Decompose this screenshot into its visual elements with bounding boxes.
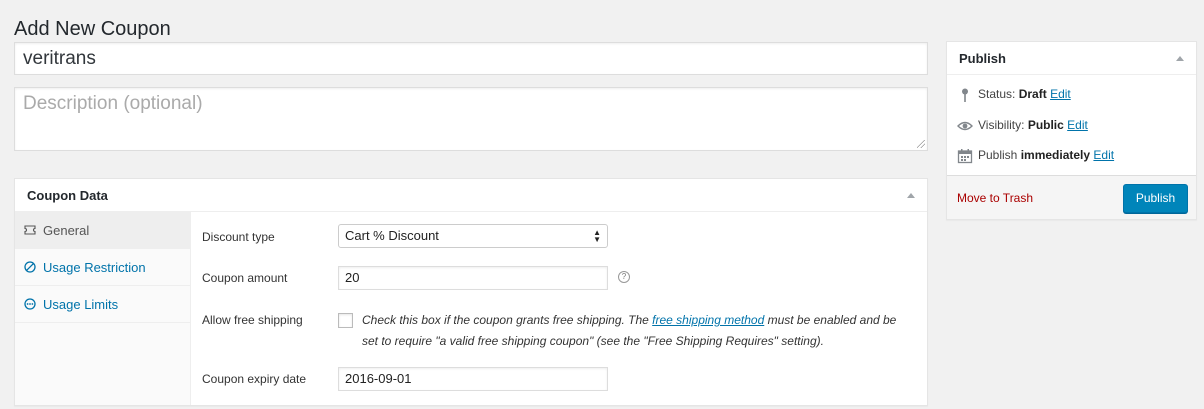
pin-icon [962, 88, 968, 102]
discount-type-label: Discount type [202, 230, 275, 244]
visibility-value: Public [1027, 118, 1064, 133]
limits-icon [24, 298, 36, 310]
publish-button[interactable]: Publish [1123, 184, 1188, 213]
schedule-value: immediately [1020, 148, 1091, 163]
publish-header[interactable]: Publish [947, 42, 1196, 75]
tab-usage-restriction[interactable]: Usage Restriction [15, 249, 190, 286]
visibility-row: Visibility: Public Edit [957, 118, 1088, 134]
collapse-arrow-icon[interactable] [1176, 56, 1184, 61]
tab-label: Usage Limits [43, 297, 119, 312]
resize-grip-icon[interactable] [917, 140, 925, 148]
general-panel: Discount type Cart % Discount ▲ ▼ Coupon … [192, 212, 927, 405]
coupon-amount-label: Coupon amount [202, 271, 288, 285]
coupon-data-box: Coupon Data General Usage Restriction Us [14, 178, 928, 406]
discount-type-value: Cart % Discount [345, 228, 439, 243]
coupon-description-textarea[interactable]: Description (optional) [14, 87, 928, 151]
tab-usage-limits[interactable]: Usage Limits [15, 286, 190, 323]
restriction-icon [24, 261, 36, 273]
move-to-trash-link[interactable]: Move to Trash [957, 191, 1033, 205]
schedule-label: Publish [978, 148, 1018, 163]
free-shipping-checkbox[interactable] [338, 313, 353, 328]
expiry-date-input[interactable]: 2016-09-01 [338, 367, 608, 391]
coupon-data-header[interactable]: Coupon Data [15, 179, 927, 212]
description-placeholder: Description (optional) [23, 93, 203, 114]
ticket-icon [24, 225, 36, 235]
free-shipping-method-link[interactable]: free shipping method [652, 313, 764, 327]
coupon-code-input[interactable]: veritrans [14, 42, 928, 75]
publish-title: Publish [959, 51, 1006, 66]
expiry-date-label: Coupon expiry date [202, 372, 307, 386]
coupon-data-tabs: General Usage Restriction Usage Limits [15, 212, 191, 405]
edit-schedule-link[interactable]: Edit [1093, 148, 1114, 162]
free-shipping-label: Allow free shipping [202, 313, 303, 327]
edit-status-link[interactable]: Edit [1050, 87, 1071, 101]
discount-type-select[interactable]: Cart % Discount ▲ ▼ [338, 224, 608, 248]
status-row: Status: Draft Edit [957, 87, 1071, 103]
free-shipping-text-before: Check this box if the coupon grants free… [362, 313, 653, 327]
tab-general[interactable]: General [15, 212, 190, 249]
eye-icon [957, 121, 973, 131]
collapse-arrow-icon[interactable] [907, 193, 915, 198]
page-title: Add New Coupon [14, 18, 171, 41]
calendar-icon [957, 149, 973, 164]
schedule-row: Publish immediately Edit [957, 148, 1114, 164]
visibility-label: Visibility: [978, 118, 1025, 133]
help-tip-icon[interactable]: ? [618, 271, 630, 283]
coupon-data-title: Coupon Data [27, 188, 108, 203]
free-shipping-description: Check this box if the coupon grants free… [362, 310, 907, 352]
select-arrows-icon: ▲ ▼ [593, 228, 601, 244]
coupon-amount-input[interactable]: 20 [338, 266, 608, 290]
edit-visibility-link[interactable]: Edit [1067, 118, 1088, 132]
status-value: Draft [1018, 87, 1047, 102]
status-label: Status: [978, 87, 1016, 102]
tab-label: Usage Restriction [43, 260, 146, 275]
tab-label: General [43, 223, 90, 238]
publish-box: Publish Status: Draft Edit Visibility: P… [946, 41, 1197, 220]
publish-actions: Move to Trash Publish [947, 175, 1196, 219]
